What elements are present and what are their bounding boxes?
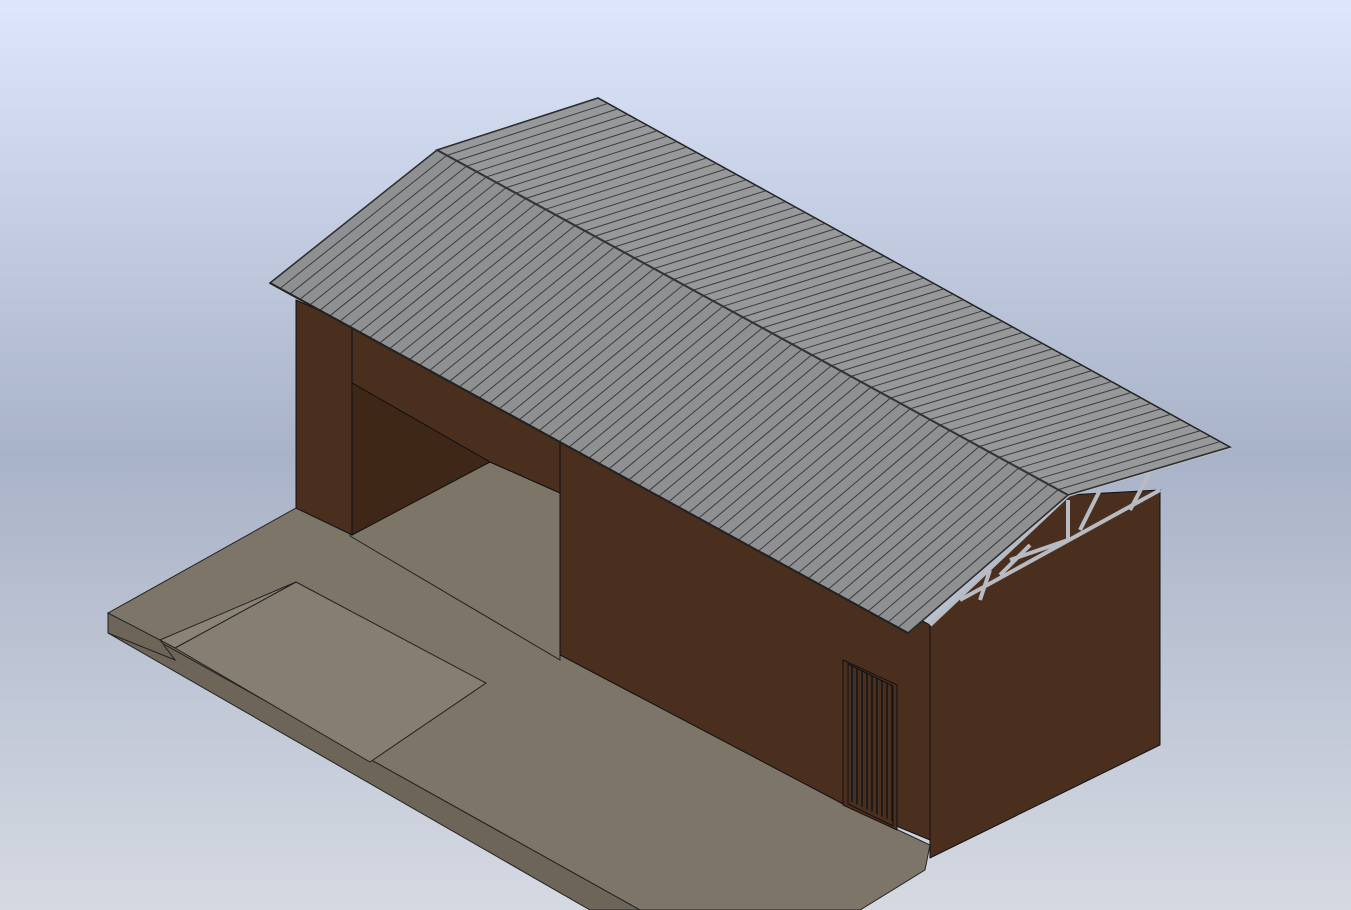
steel-door [842, 659, 898, 831]
cad-viewport[interactable] [0, 0, 1351, 910]
shed-model-render[interactable] [0, 0, 1351, 910]
